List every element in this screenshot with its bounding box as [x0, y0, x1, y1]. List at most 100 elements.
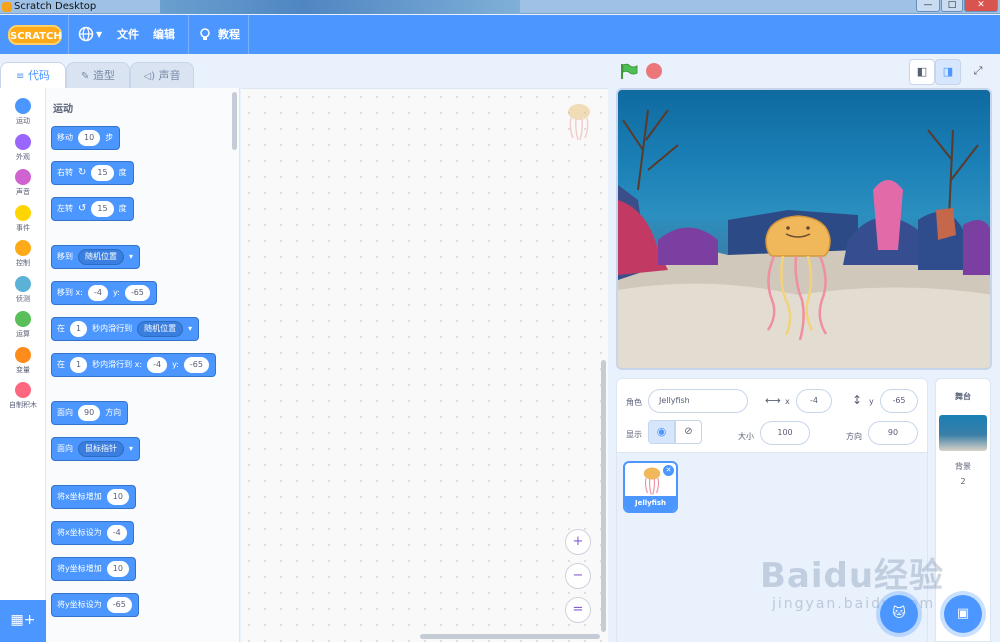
show-visible-button[interactable]: ◉	[648, 420, 675, 444]
block-input[interactable]: -65	[106, 597, 132, 613]
category-3[interactable]: 事件	[0, 199, 46, 233]
sprite-name-input[interactable]: Jellyfish	[648, 389, 748, 413]
category-1[interactable]: 外观	[0, 128, 46, 162]
tab-sounds[interactable]: ◁) 声音	[130, 62, 194, 88]
motion-block[interactable]: 右转 ↻ 15 度	[51, 161, 134, 185]
category-8[interactable]: 自制积木	[0, 376, 46, 410]
block-text: 秒内滑行到 x:	[92, 360, 143, 369]
small-stage-button[interactable]: ◧	[909, 59, 935, 85]
large-stage-button[interactable]: ◨	[935, 59, 961, 85]
category-color-dot	[15, 204, 31, 221]
palette-scrollbar[interactable]	[232, 92, 237, 150]
category-5[interactable]: 侦测	[0, 270, 46, 304]
x-input[interactable]: -4	[796, 389, 832, 413]
category-7[interactable]: 变量	[0, 341, 46, 375]
motion-block[interactable]: 左转 ↺ 15 度	[51, 197, 134, 221]
motion-block[interactable]: 面向 鼠标指针 ▾	[51, 437, 141, 461]
script-area[interactable]	[241, 88, 608, 642]
block-input[interactable]: 1	[70, 321, 88, 337]
speaker-icon: ◁)	[143, 71, 156, 82]
block-input[interactable]: 10	[106, 489, 129, 505]
delete-sprite-icon[interactable]: ✕	[663, 465, 674, 476]
block-text: 度	[118, 204, 127, 213]
block-input[interactable]: 10	[78, 130, 101, 146]
motion-block[interactable]: 移到 x: -4 y: -65	[51, 281, 157, 305]
choose-sprite-button[interactable]: 🐱	[880, 595, 918, 633]
language-menu[interactable]: ▼	[76, 15, 106, 54]
tutorials-menu[interactable]: 教程	[198, 15, 242, 54]
scratch-logo[interactable]: SCRATCH	[8, 25, 62, 45]
show-hidden-button[interactable]: ⊘	[675, 420, 702, 444]
block-input[interactable]: -4	[106, 525, 127, 541]
zoom-reset-button[interactable]: =	[565, 597, 591, 623]
fullscreen-button[interactable]: ⤢	[965, 59, 991, 85]
block-input[interactable]: -65	[124, 285, 150, 301]
motion-block[interactable]: 将y坐标设为 -65	[51, 593, 139, 617]
stage-canvas[interactable]	[616, 88, 992, 370]
menu-bar: SCRATCH ▼ 文件 编辑 教程	[0, 15, 1000, 54]
tab-sounds-label: 声音	[158, 69, 181, 82]
motion-block[interactable]: 将y坐标增加 10	[51, 557, 136, 581]
sprite-card[interactable]: ✕ Jellyfish	[623, 461, 678, 513]
add-extension-button[interactable]: ▦+	[0, 600, 46, 642]
block-text: 步	[105, 133, 114, 142]
motion-block[interactable]: 面向 90 方向	[51, 401, 129, 425]
block-input[interactable]: 1	[70, 357, 88, 373]
block-input[interactable]: 10	[106, 561, 129, 577]
zoom-out-button[interactable]: −	[565, 563, 591, 589]
y-label: y	[869, 397, 874, 406]
script-vertical-scrollbar[interactable]	[601, 360, 606, 632]
motion-block[interactable]: 移到 随机位置 ▾	[51, 245, 141, 269]
category-2[interactable]: 声音	[0, 163, 46, 197]
y-input[interactable]: -65	[880, 389, 918, 413]
choose-backdrop-button[interactable]: ▣	[944, 595, 982, 633]
block-dropdown[interactable]: 鼠标指针	[78, 441, 124, 457]
motion-block[interactable]: 在 1 秒内滑行到 x: -4 y: -65	[51, 353, 216, 377]
tab-costumes[interactable]: ✎ 造型	[66, 62, 130, 88]
chevron-down-icon: ▾	[188, 324, 193, 333]
extension-icon: ▦+	[10, 612, 36, 628]
block-input[interactable]: 15	[91, 201, 114, 217]
small-stage-icon: ◧	[916, 65, 928, 78]
motion-block[interactable]: 将x坐标增加 10	[51, 485, 136, 509]
category-6[interactable]: 运算	[0, 305, 46, 339]
zoom-in-button[interactable]: +	[565, 529, 591, 555]
app-icon	[2, 2, 12, 12]
large-stage-icon: ◨	[942, 65, 954, 78]
direction-input[interactable]: 90	[868, 421, 918, 445]
motion-block[interactable]: 将x坐标设为 -4	[51, 521, 134, 545]
size-input[interactable]: 100	[760, 421, 810, 445]
edit-menu[interactable]: 编辑	[153, 15, 175, 54]
file-menu[interactable]: 文件	[117, 15, 139, 54]
stop-icon[interactable]	[646, 63, 662, 79]
block-input[interactable]: -65	[183, 357, 209, 373]
close-button[interactable]: ✕	[964, 0, 998, 12]
block-input[interactable]: 90	[78, 405, 101, 421]
block-dropdown[interactable]: 随机位置	[137, 321, 184, 337]
motion-block[interactable]: 移动 10 步	[51, 126, 121, 150]
script-horizontal-scrollbar[interactable]	[420, 634, 600, 639]
jellyfish-thumbnail	[643, 467, 661, 495]
maximize-button[interactable]: □	[941, 0, 963, 12]
block-input[interactable]: 15	[91, 165, 114, 181]
rotate-left-icon: ↺	[78, 203, 87, 214]
category-4[interactable]: 控制	[0, 234, 46, 268]
green-flag-icon[interactable]	[620, 63, 638, 79]
tab-code[interactable]: ≡ 代码	[0, 62, 66, 89]
block-text: 面向	[57, 408, 73, 417]
minimize-button[interactable]: —	[916, 0, 940, 12]
palette-section-title: 运动	[53, 104, 73, 115]
motion-block[interactable]: 在 1 秒内滑行到 随机位置 ▾	[51, 317, 200, 341]
category-label: 外观	[16, 152, 30, 161]
category-label: 侦测	[16, 294, 30, 303]
cat-icon: 🐱	[892, 606, 906, 621]
tab-code-label: 代码	[27, 69, 50, 82]
category-0[interactable]: 运动	[0, 92, 46, 126]
category-label: 自制积木	[9, 401, 37, 409]
stage-scene	[618, 109, 990, 368]
block-input[interactable]: -4	[147, 357, 168, 373]
backdrops-count: 2	[960, 477, 966, 486]
block-dropdown[interactable]: 随机位置	[78, 249, 124, 265]
block-input[interactable]: -4	[87, 285, 108, 301]
watermark: Baidu经验	[760, 556, 945, 596]
